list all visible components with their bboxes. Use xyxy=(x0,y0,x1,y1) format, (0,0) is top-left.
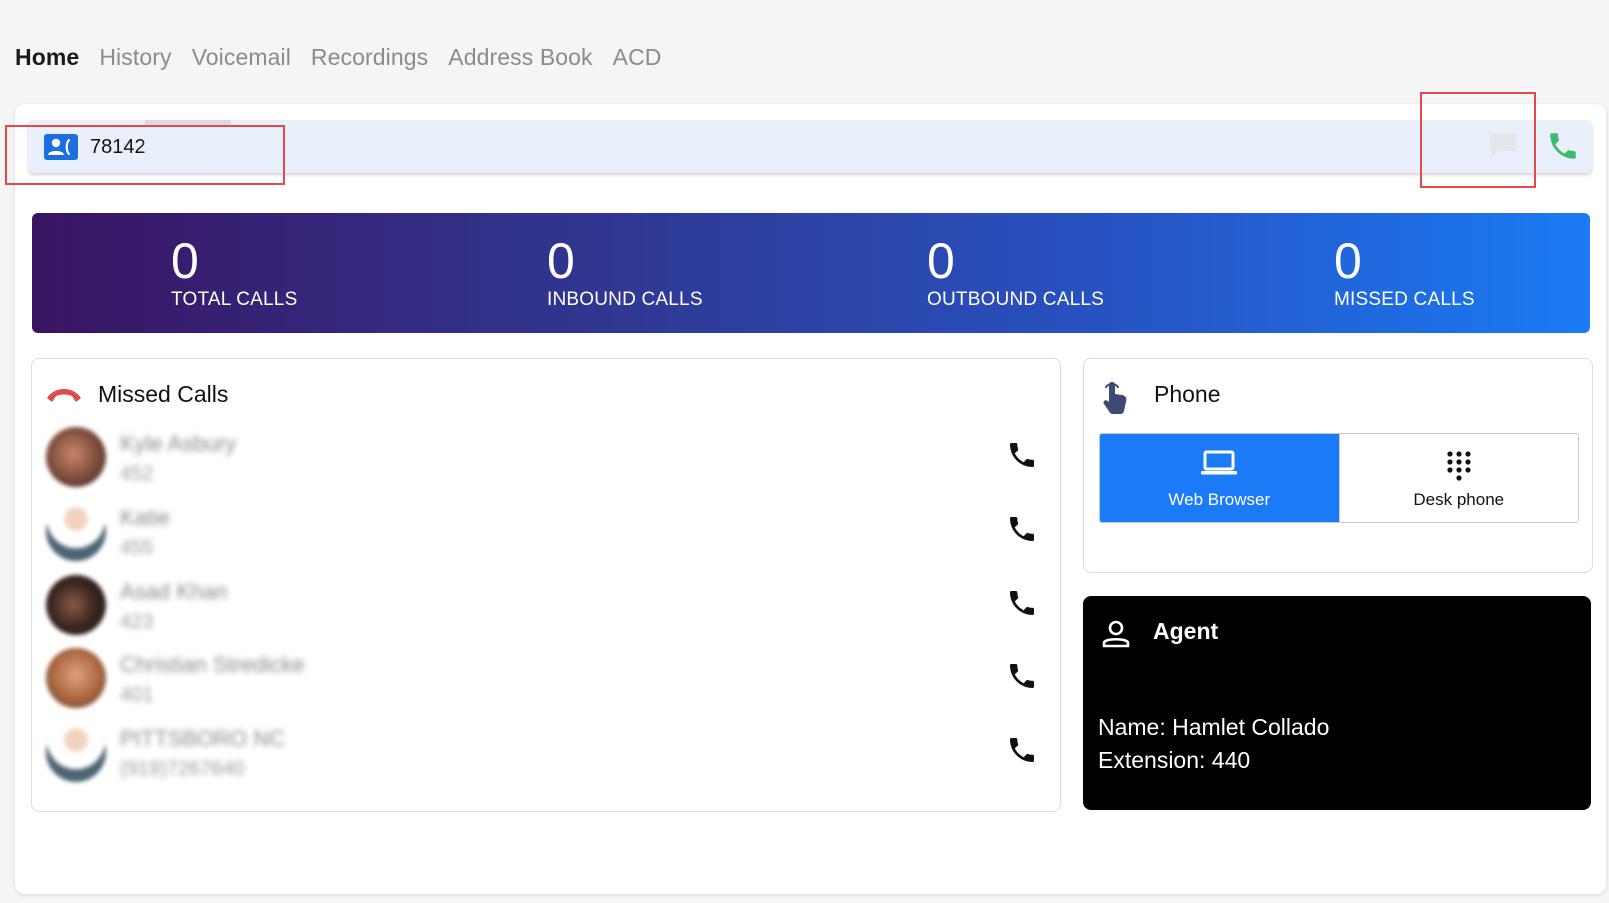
phone-panel: Phone Web Browser Desk phone xyxy=(1083,358,1593,573)
stat-value: 0 xyxy=(1334,233,1362,289)
call-stats-banner: 0 TOTAL CALLS 0 INBOUND CALLS 0 OUTBOUND… xyxy=(32,213,1590,333)
caller-name: Christian Stredicke xyxy=(120,652,305,677)
dial-bar xyxy=(28,120,1592,173)
phone-title: Phone xyxy=(1154,381,1221,407)
tab-recordings[interactable]: Recordings xyxy=(311,44,428,71)
stat-label: TOTAL CALLS xyxy=(171,289,298,310)
agent-title: Agent xyxy=(1153,618,1219,644)
web-browser-option[interactable]: Web Browser xyxy=(1100,434,1339,522)
missed-calls-panel: Missed Calls Kyle Asbury 452 Katie 455 A… xyxy=(31,358,1061,812)
stat-total-calls: 0 TOTAL CALLS xyxy=(171,233,297,311)
missed-call-row[interactable]: Christian Stredicke 401 xyxy=(46,642,1046,716)
caller-name: PITTSBORO NC xyxy=(120,726,286,751)
tab-history[interactable]: History xyxy=(99,44,171,71)
desk-phone-option[interactable]: Desk phone xyxy=(1338,434,1579,522)
call-back-icon[interactable] xyxy=(1006,439,1038,471)
avatar xyxy=(46,427,106,487)
caller-name: Asad Khan xyxy=(120,579,228,604)
missed-call-row[interactable]: PITTSBORO NC (919)7267640 xyxy=(46,716,1046,790)
avatar xyxy=(46,722,106,782)
caller-name: Kyle Asbury xyxy=(120,431,237,456)
stat-value: 0 xyxy=(927,233,955,289)
stat-label: INBOUND CALLS xyxy=(547,289,703,310)
missed-call-row[interactable]: Asad Khan 423 xyxy=(46,569,1046,643)
phone-call-icon[interactable] xyxy=(1546,129,1580,163)
desk-phone-label: Desk phone xyxy=(1413,490,1505,509)
contacts-icon[interactable] xyxy=(44,134,78,160)
phone-device-selector: Web Browser Desk phone xyxy=(1099,433,1579,523)
agent-panel: Agent Name: Hamlet Collado Extension: 44… xyxy=(1083,596,1591,810)
caller-extension: 423 xyxy=(120,611,154,633)
agent-name: Name: Hamlet Collado xyxy=(1098,714,1330,740)
tab-address-book[interactable]: Address Book xyxy=(448,44,592,71)
call-back-icon[interactable] xyxy=(1006,587,1038,619)
caller-extension: 452 xyxy=(120,463,154,485)
laptop-icon xyxy=(1201,450,1238,475)
missed-call-row[interactable]: Katie 455 xyxy=(46,495,1046,569)
stat-label: MISSED CALLS xyxy=(1334,289,1475,310)
person-icon xyxy=(1102,620,1130,648)
missed-calls-title: Missed Calls xyxy=(98,381,229,407)
call-back-icon[interactable] xyxy=(1006,513,1038,545)
top-nav: Home History Voicemail Recordings Addres… xyxy=(15,44,662,71)
caller-extension: (919)7267640 xyxy=(120,758,245,780)
tab-acd[interactable]: ACD xyxy=(613,44,662,71)
stat-inbound-calls: 0 INBOUND CALLS xyxy=(547,233,703,311)
dial-number-input[interactable] xyxy=(88,130,392,164)
stat-missed-calls: 0 MISSED CALLS xyxy=(1334,233,1475,311)
caller-extension: 455 xyxy=(120,537,154,559)
hangup-icon xyxy=(47,389,81,402)
call-back-icon[interactable] xyxy=(1006,660,1038,692)
redaction-mark xyxy=(145,120,231,126)
caller-extension: 401 xyxy=(120,684,154,706)
redaction-blur xyxy=(146,134,204,158)
stat-label: OUTBOUND CALLS xyxy=(927,289,1105,310)
avatar xyxy=(46,575,106,635)
agent-extension: Extension: 440 xyxy=(1098,747,1251,773)
stat-outbound-calls: 0 OUTBOUND CALLS xyxy=(927,233,1104,311)
sms-icon[interactable] xyxy=(1488,131,1518,159)
missed-call-row[interactable]: Kyle Asbury 452 xyxy=(46,421,1046,495)
avatar xyxy=(46,648,106,708)
stat-value: 0 xyxy=(547,233,575,289)
avatar xyxy=(46,501,106,561)
stat-value: 0 xyxy=(171,233,199,289)
caller-name: Katie xyxy=(120,505,171,530)
touch-icon xyxy=(1103,382,1127,414)
tab-voicemail[interactable]: Voicemail xyxy=(192,44,291,71)
call-back-icon[interactable] xyxy=(1006,734,1038,766)
web-browser-label: Web Browser xyxy=(1168,490,1271,509)
dialpad-icon xyxy=(1447,451,1471,481)
tab-home[interactable]: Home xyxy=(15,44,79,71)
